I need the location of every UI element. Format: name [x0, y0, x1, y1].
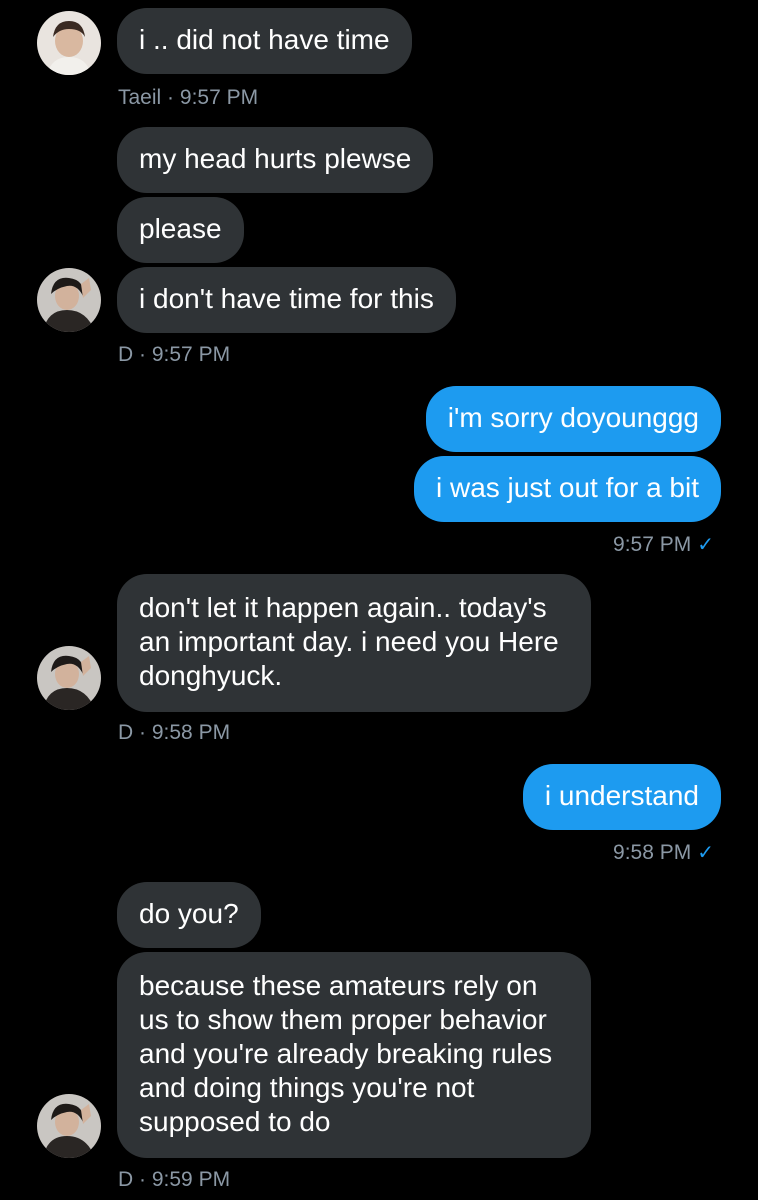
message-bubble-outgoing[interactable]: i understand	[522, 764, 721, 830]
message-bubble-outgoing[interactable]: i'm sorry doyounggg	[425, 386, 721, 452]
message-bubble-incoming[interactable]: do you?	[117, 882, 261, 948]
message-bubble-incoming[interactable]: i .. did not have time	[117, 8, 412, 74]
meta-separator: ·	[167, 86, 175, 109]
message-meta: Taeil · 9:57 PM	[118, 86, 258, 110]
message-meta: 9:57 PM ✓	[613, 533, 714, 557]
message-time: 9:57 PM	[151, 343, 231, 366]
meta-separator: ·	[139, 343, 147, 366]
meta-separator: ·	[139, 721, 147, 744]
sender-name: Taeil	[118, 86, 162, 109]
read-check-icon: ✓	[697, 534, 714, 556]
message-text: i was just out for a bit	[435, 472, 699, 503]
message-text: i understand	[544, 780, 699, 811]
message-time: 9:58 PM	[151, 721, 231, 744]
message-meta: D · 9:57 PM	[118, 343, 230, 367]
message-bubble-incoming[interactable]: my head hurts plewse	[117, 127, 434, 193]
message-text: i'm sorry doyounggg	[447, 402, 699, 433]
message-time: 9:58 PM	[613, 841, 692, 864]
avatar-d[interactable]	[37, 646, 101, 710]
message-bubble-incoming[interactable]: don't let it happen again.. today's an i…	[117, 574, 591, 712]
sender-name: D	[118, 721, 134, 744]
avatar-taeil[interactable]	[37, 11, 101, 75]
message-meta: D · 9:58 PM	[118, 721, 230, 745]
sender-name: D	[118, 1168, 134, 1191]
message-text: please	[139, 213, 222, 244]
meta-separator: ·	[139, 1168, 147, 1191]
message-text: because these amateurs rely on us to sho…	[139, 970, 553, 1137]
read-check-icon: ✓	[697, 842, 714, 864]
message-time: 9:57 PM	[179, 86, 259, 109]
message-bubble-incoming[interactable]: please	[117, 197, 244, 263]
message-bubble-incoming[interactable]: i don't have time for this	[117, 267, 456, 333]
message-text: my head hurts plewse	[139, 143, 412, 174]
message-bubble-outgoing[interactable]: i was just out for a bit	[413, 456, 721, 522]
avatar-d[interactable]	[37, 1094, 101, 1158]
message-time: 9:57 PM	[613, 533, 692, 556]
message-text: i .. did not have time	[139, 24, 390, 55]
message-text: do you?	[139, 898, 239, 929]
message-text: don't let it happen again.. today's an i…	[139, 592, 559, 691]
message-meta: D · 9:59 PM	[118, 1168, 230, 1192]
message-meta: 9:58 PM ✓	[613, 841, 714, 865]
message-text: i don't have time for this	[139, 283, 434, 314]
message-time: 9:59 PM	[151, 1168, 231, 1191]
message-bubble-incoming[interactable]: because these amateurs rely on us to sho…	[117, 952, 591, 1158]
sender-name: D	[118, 343, 134, 366]
avatar-d[interactable]	[37, 268, 101, 332]
